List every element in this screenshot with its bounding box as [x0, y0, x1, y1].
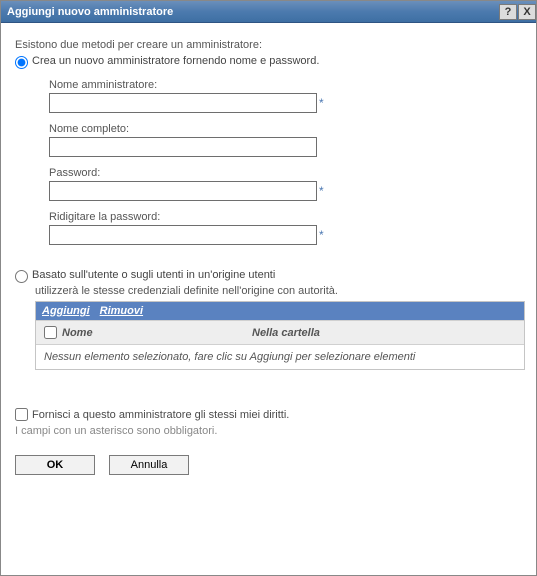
radio-create-new[interactable] — [15, 56, 28, 69]
col-name: Nome — [62, 327, 252, 339]
field-password: Password: * — [49, 167, 522, 201]
field-retype-password: Ridigitare la password: * — [49, 211, 522, 245]
label-full-name: Nome completo: — [49, 123, 522, 135]
cancel-button[interactable]: Annulla — [109, 455, 189, 475]
label-password: Password: — [49, 167, 522, 179]
label-retype-password: Ridigitare la password: — [49, 211, 522, 223]
select-all-checkbox[interactable] — [44, 326, 57, 339]
required-asterisk: * — [319, 228, 324, 242]
button-row: OK Annulla — [15, 455, 522, 475]
table-header: Nome Nella cartella — [36, 320, 524, 345]
input-admin-name[interactable] — [49, 93, 317, 113]
user-source-table: Aggiungi Rimuovi Nome Nella cartella Nes… — [35, 301, 525, 370]
col-folder: Nella cartella — [252, 327, 520, 339]
option2-subtext: utilizzerà le stesse credenziali definit… — [35, 285, 522, 297]
toolbar-remove[interactable]: Rimuovi — [100, 305, 143, 317]
input-retype-password[interactable] — [49, 225, 317, 245]
field-full-name: Nome completo: — [49, 123, 522, 157]
radio-based-on-user-label: Basato sull'utente o sugli utenti in un'… — [32, 269, 275, 281]
field-admin-name: Nome amministratore: * — [49, 79, 522, 113]
required-asterisk: * — [319, 184, 324, 198]
dialog-content: Esistono due metodi per creare un ammini… — [1, 23, 536, 489]
table-empty-message: Nessun elemento selezionato, fare clic s… — [36, 345, 524, 369]
same-rights-row[interactable]: Fornisci a questo amministratore gli ste… — [15, 408, 522, 421]
required-fields-note: I campi con un asterisco sono obbligator… — [15, 425, 522, 437]
title-bar: Aggiungi nuovo amministratore ? X — [1, 1, 536, 23]
required-asterisk: * — [319, 96, 324, 110]
intro-text: Esistono due metodi per creare un ammini… — [15, 39, 522, 51]
ok-button[interactable]: OK — [15, 455, 95, 475]
radio-create-new-label: Crea un nuovo amministratore fornendo no… — [32, 55, 319, 67]
option-create-new[interactable]: Crea un nuovo amministratore fornendo no… — [15, 55, 522, 69]
table-toolbar: Aggiungi Rimuovi — [36, 302, 524, 320]
label-admin-name: Nome amministratore: — [49, 79, 522, 91]
input-full-name[interactable] — [49, 137, 317, 157]
close-icon[interactable]: X — [518, 4, 536, 20]
option-based-on-user[interactable]: Basato sull'utente o sugli utenti in un'… — [15, 269, 522, 283]
radio-based-on-user[interactable] — [15, 270, 28, 283]
window-title: Aggiungi nuovo amministratore — [7, 6, 498, 18]
same-rights-label: Fornisci a questo amministratore gli ste… — [32, 409, 289, 421]
toolbar-add[interactable]: Aggiungi — [42, 305, 90, 317]
help-icon[interactable]: ? — [499, 4, 517, 20]
same-rights-checkbox[interactable] — [15, 408, 28, 421]
input-password[interactable] — [49, 181, 317, 201]
